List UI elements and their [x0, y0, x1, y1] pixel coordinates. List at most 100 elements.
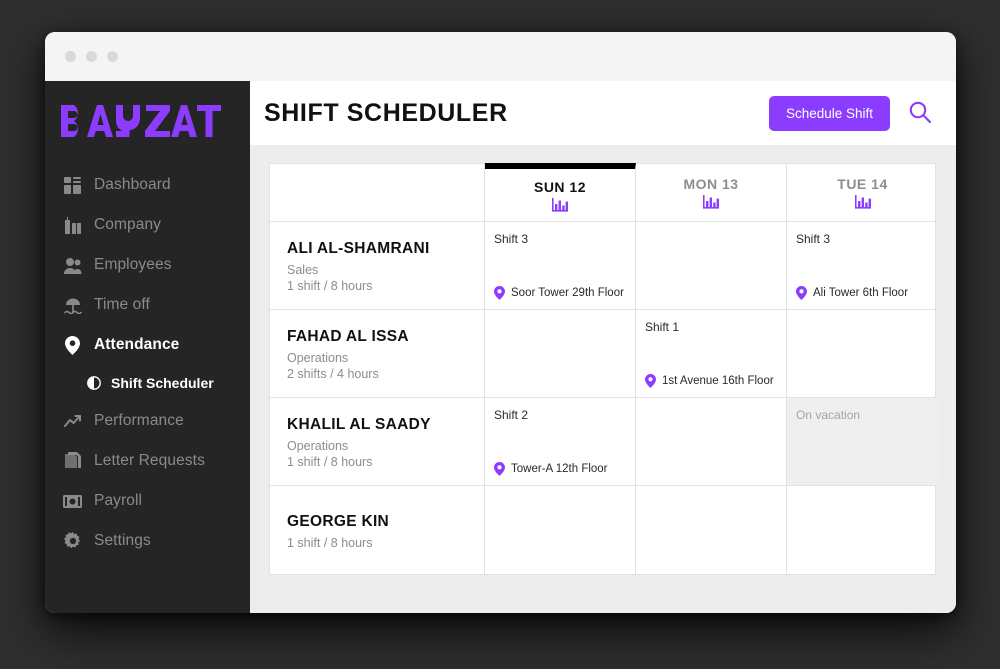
maximize-dot-icon[interactable] [107, 51, 118, 62]
employee-department: Operations [287, 439, 349, 453]
employee-department: Sales [287, 263, 319, 277]
table-row: GEORGE KIN 1 shift / 8 hours [270, 486, 935, 574]
location-label: Ali Tower 6th Floor [813, 287, 909, 299]
shift-cell[interactable]: Shift 2 Tower-A 12th Floor [485, 398, 636, 485]
header-cell-employee [270, 164, 485, 221]
app-window: Dashboard Company Employees Time off Att… [45, 32, 956, 613]
employee-hours: 2 shifts / 4 hours [287, 367, 379, 381]
employee-hours: 1 shift / 8 hours [287, 279, 373, 293]
shift-cell[interactable]: Shift 3 Soor Tower 29th Floor [485, 222, 636, 309]
employees-icon [63, 256, 82, 275]
traffic-light-dots [65, 51, 118, 62]
shift-cell[interactable]: Shift 1 1st Avenue 16th Floor [636, 310, 787, 397]
schedule-shift-button[interactable]: Schedule Shift [768, 95, 890, 131]
sidebar-item-label: Payroll [94, 492, 143, 509]
sidebar-item-label: Performance [94, 412, 184, 429]
bayzat-logo[interactable] [45, 103, 250, 141]
location-label: 1st Avenue 16th Floor [662, 375, 774, 387]
sidebar-item-label: Settings [94, 532, 151, 549]
sidebar-item-performance[interactable]: Performance [45, 401, 250, 441]
employee-cell[interactable]: GEORGE KIN 1 shift / 8 hours [270, 486, 485, 574]
sidebar-item-attendance[interactable]: Attendance [45, 325, 250, 365]
table-row: FAHAD AL ISSA Operations 2 shifts / 4 hour… [270, 310, 935, 398]
payroll-icon [63, 492, 82, 511]
employee-name: ALI AL-SHAMRANI [287, 240, 430, 257]
location-pin-icon [645, 374, 656, 388]
table-header-row: SUN 12 MON 13 TUE 14 [270, 163, 938, 222]
shift-location: Soor Tower 29th Floor [494, 286, 627, 300]
page-title: SHIFT SCHEDULER [264, 98, 508, 127]
day-column-header-tue[interactable]: TUE 14 [787, 164, 938, 221]
location-pin-icon [796, 286, 807, 300]
shift-label: Shift 3 [796, 232, 831, 246]
main-content: SHIFT SCHEDULER Schedule Shift SUN 12 MO… [250, 81, 956, 613]
shift-cell[interactable] [636, 222, 787, 309]
employee-cell[interactable]: KHALIL AL SAADY Operations 1 shift / 8 hou… [270, 398, 485, 485]
bar-chart-icon[interactable] [854, 195, 871, 209]
table-body: ALI AL-SHAMRANI Sales 1 shift / 8 hours Shi… [270, 222, 938, 574]
day-column-header-mon[interactable]: MON 13 [636, 164, 787, 221]
time-off-icon [63, 296, 82, 315]
sidebar-item-shift-scheduler[interactable]: Shift Scheduler [45, 365, 250, 401]
sidebar: Dashboard Company Employees Time off Att… [45, 81, 250, 613]
employee-hours: 1 shift / 8 hours [287, 535, 373, 550]
sidebar-item-label: Letter Requests [94, 452, 205, 469]
employee-department: Operations [287, 351, 349, 365]
shift-location: 1st Avenue 16th Floor [645, 374, 778, 388]
shift-location: Tower-A 12th Floor [494, 462, 627, 476]
employee-cell[interactable]: ALI AL-SHAMRANI Sales 1 shift / 8 hours [270, 222, 485, 309]
close-dot-icon[interactable] [65, 51, 76, 62]
shift-cell[interactable] [636, 398, 787, 485]
sidebar-item-label: Company [94, 216, 162, 233]
gear-icon [63, 532, 82, 551]
day-column-header-sun[interactable]: SUN 12 [485, 163, 636, 221]
sidebar-item-dashboard[interactable]: Dashboard [45, 165, 250, 205]
page-header: SHIFT SCHEDULER Schedule Shift [250, 81, 956, 145]
shift-cell[interactable] [485, 310, 636, 397]
dashboard-icon [63, 176, 82, 195]
location-pin-icon [494, 462, 505, 476]
half-circle-icon [87, 375, 102, 391]
shift-cell[interactable]: Shift 3 Ali Tower 6th Floor [787, 222, 938, 309]
sidebar-item-employees[interactable]: Employees [45, 245, 250, 285]
table-row: KHALIL AL SAADY Operations 1 shift / 8 hou… [270, 398, 938, 486]
location-pin-icon [63, 335, 82, 355]
location-label: Tower-A 12th Floor [511, 463, 608, 475]
shift-cell[interactable] [485, 486, 636, 574]
sidebar-item-label: Employees [94, 256, 172, 273]
day-label: SUN 12 [533, 178, 587, 195]
bar-chart-icon[interactable] [703, 195, 719, 209]
day-label: TUE 14 [837, 176, 888, 192]
search-button[interactable] [908, 100, 932, 127]
scheduler-area: SUN 12 MON 13 TUE 14 ALI AL-SHAMRANI Sal… [250, 145, 956, 613]
employee-hours: 1 shift / 8 hours [287, 455, 373, 469]
shift-location: Ali Tower 6th Floor [796, 286, 930, 300]
shift-label: Shift 2 [494, 408, 529, 422]
minimize-dot-icon[interactable] [86, 51, 97, 62]
sidebar-item-payroll[interactable]: Payroll [45, 481, 250, 521]
letter-requests-icon [63, 452, 82, 471]
shift-cell[interactable] [636, 486, 787, 574]
sidebar-item-label: Time off [94, 296, 150, 313]
shift-cell[interactable] [787, 310, 938, 397]
employee-name: FAHAD AL ISSA [287, 328, 409, 345]
sidebar-item-time-off[interactable]: Time off [45, 285, 250, 325]
vacation-label: On vacation [796, 408, 861, 422]
sidebar-item-letter-requests[interactable]: Letter Requests [45, 441, 250, 481]
header-actions: Schedule Shift [768, 95, 932, 131]
sidebar-item-settings[interactable]: Settings [45, 521, 250, 561]
employee-cell[interactable]: FAHAD AL ISSA Operations 2 shifts / 4 hour… [270, 310, 485, 397]
sidebar-item-company[interactable]: Company [45, 205, 250, 245]
sidebar-item-label: Attendance [94, 336, 180, 353]
app-body: Dashboard Company Employees Time off Att… [45, 81, 956, 613]
shift-label: Shift 3 [494, 232, 529, 246]
shift-cell[interactable] [787, 486, 938, 574]
employee-name: KHALIL AL SAADY [287, 416, 431, 433]
sidebar-sub-item-label: Shift Scheduler [111, 375, 214, 391]
location-pin-icon [494, 286, 505, 300]
bar-chart-icon[interactable] [552, 197, 568, 212]
vacation-cell[interactable]: On vacation [787, 398, 938, 485]
window-titlebar [45, 32, 956, 81]
employee-name: GEORGE KIN [287, 512, 390, 530]
shift-label: Shift 1 [645, 320, 680, 334]
